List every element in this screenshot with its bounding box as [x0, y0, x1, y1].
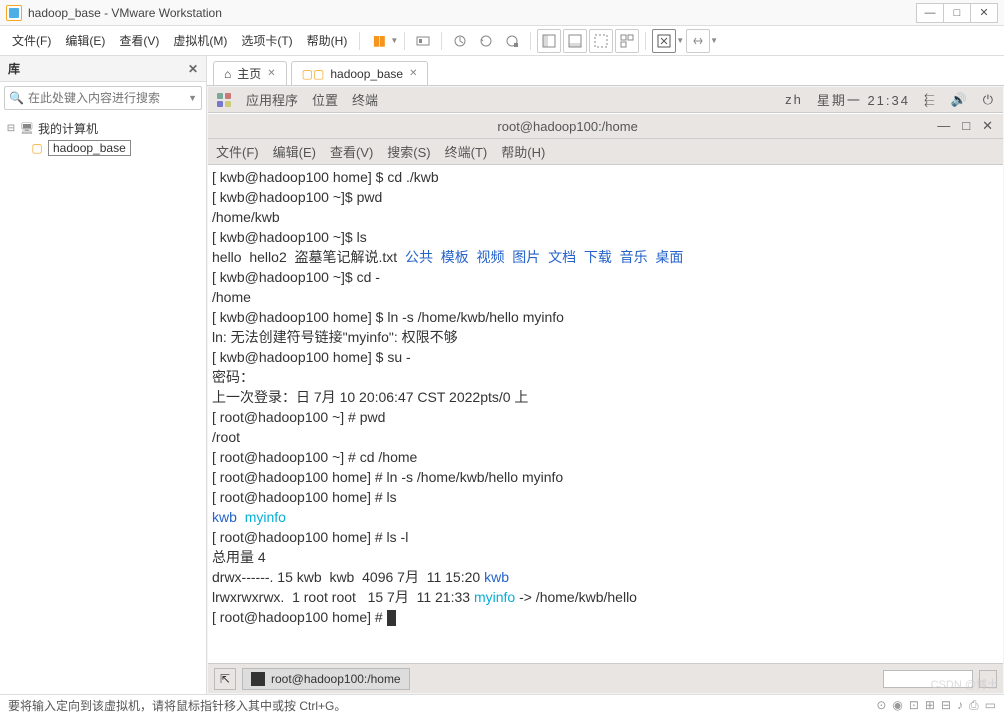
- usb-icon[interactable]: ⊟: [941, 698, 951, 713]
- search-input[interactable]: [28, 91, 188, 105]
- taskbar-terminal-item[interactable]: root@hadoop100:/home: [242, 668, 410, 690]
- tab-vm-label: hadoop_base: [330, 67, 403, 81]
- close-button[interactable]: ✕: [970, 3, 998, 23]
- snapshot-manager-button[interactable]: [500, 29, 524, 53]
- vm-screen[interactable]: 应用程序 位置 终端 zh 星期一 21:34 ⬱ 🔊 ⏻ root@hadoo…: [208, 87, 1003, 693]
- fullscreen-dropdown-icon[interactable]: ▼: [676, 36, 684, 45]
- window-titlebar: hadoop_base - VMware Workstation — □ ✕: [0, 0, 1004, 26]
- menu-help[interactable]: 帮助(H): [301, 30, 354, 51]
- send-ctrl-alt-del-button[interactable]: [411, 29, 435, 53]
- fullscreen-button[interactable]: [652, 29, 676, 53]
- volume-icon[interactable]: 🔊: [951, 92, 969, 108]
- gnome-apps[interactable]: 应用程序: [246, 90, 298, 109]
- terminal-output[interactable]: [ kwb@hadoop100 home] $ cd ./kwb[ kwb@ha…: [208, 165, 1003, 663]
- menu-file[interactable]: 文件(F): [6, 30, 57, 51]
- terminal-title: root@hadoop100:/home: [208, 119, 927, 134]
- taskbar-expand-button[interactable]: ⇱: [214, 668, 236, 690]
- gnome-taskbar: ⇱ root@hadoop100:/home: [208, 663, 1003, 693]
- tree-vm-label: hadoop_base: [48, 140, 131, 156]
- vm-icon: [30, 141, 44, 155]
- workspace-switcher[interactable]: [883, 670, 973, 688]
- terminal-close-button[interactable]: ✕: [982, 118, 993, 134]
- sidebar-close-button[interactable]: ✕: [188, 62, 198, 76]
- tree-root-label: 我的计算机: [38, 120, 98, 137]
- search-icon: 🔍: [9, 91, 24, 105]
- collapse-icon[interactable]: ⊟: [6, 123, 16, 134]
- network-icon[interactable]: ⬱: [924, 92, 937, 108]
- view-thumbnail-button[interactable]: [615, 29, 639, 53]
- minimize-button[interactable]: —: [916, 3, 944, 23]
- term-menu-file[interactable]: 文件(F): [216, 142, 259, 161]
- menu-edit[interactable]: 编辑(E): [59, 30, 111, 51]
- snapshot-button[interactable]: [448, 29, 472, 53]
- term-menu-terminal[interactable]: 终端(T): [445, 142, 488, 161]
- tree-vm-hadoop-base[interactable]: hadoop_base: [0, 138, 206, 158]
- taskbar-terminal-label: root@hadoop100:/home: [271, 672, 401, 686]
- display-icon[interactable]: ▭: [985, 698, 996, 713]
- tab-home[interactable]: ⌂ 主页 ✕: [213, 61, 287, 85]
- workspace-icon[interactable]: [979, 670, 997, 688]
- term-menu-edit[interactable]: 编辑(E): [273, 142, 316, 161]
- gnome-top-bar: 应用程序 位置 终端 zh 星期一 21:34 ⬱ 🔊 ⏻: [208, 87, 1003, 113]
- sidebar-search[interactable]: 🔍 ▼: [4, 86, 202, 110]
- tab-hadoop-base[interactable]: ▢ hadoop_base ✕: [291, 61, 429, 85]
- terminal-menubar: 文件(F) 编辑(E) 查看(V) 搜索(S) 终端(T) 帮助(H): [208, 139, 1003, 165]
- terminal-icon: [251, 672, 265, 686]
- printer-icon[interactable]: ⎙: [969, 698, 979, 713]
- sidebar-title: 库: [8, 60, 188, 77]
- view-single-button[interactable]: [537, 29, 561, 53]
- menubar: 文件(F) 编辑(E) 查看(V) 虚拟机(M) 选项卡(T) 帮助(H) ▮▮…: [0, 26, 1004, 56]
- sound-icon[interactable]: ♪: [957, 698, 963, 713]
- stretch-button[interactable]: [686, 29, 710, 53]
- gnome-activities-icon[interactable]: [216, 92, 232, 108]
- tab-home-close[interactable]: ✕: [267, 68, 275, 79]
- pause-button[interactable]: ▮▮: [366, 29, 390, 53]
- statusbar: 要将输入定向到该虚拟机，请将鼠标指针移入其中或按 Ctrl+G。 ⊙ ◉ ⊡ ⊞…: [0, 694, 1004, 716]
- tabbar: ⌂ 主页 ✕ ▢ hadoop_base ✕: [207, 56, 1004, 86]
- power-icon[interactable]: ⏻: [983, 92, 995, 108]
- maximize-button[interactable]: □: [943, 3, 971, 23]
- disk-icon[interactable]: ⊙: [876, 698, 886, 713]
- view-console-button[interactable]: [563, 29, 587, 53]
- vm-icon: ▢: [302, 67, 325, 81]
- gnome-places[interactable]: 位置: [312, 90, 338, 109]
- content-area: ⌂ 主页 ✕ ▢ hadoop_base ✕ 应用程序 位置 终端 zh 星期一…: [207, 56, 1004, 694]
- library-tree: ⊟ 🖥 我的计算机 hadoop_base: [0, 114, 206, 694]
- revert-snapshot-button[interactable]: [474, 29, 498, 53]
- view-unity-button[interactable]: [589, 29, 613, 53]
- stretch-dropdown-icon[interactable]: ▼: [710, 36, 718, 45]
- pause-dropdown-icon[interactable]: ▼: [390, 36, 398, 45]
- terminal-maximize-button[interactable]: □: [962, 118, 970, 134]
- library-sidebar: 库 ✕ 🔍 ▼ ⊟ 🖥 我的计算机 hadoop_base: [0, 56, 207, 694]
- gnome-terminal[interactable]: 终端: [352, 90, 378, 109]
- status-device-icons: ⊙ ◉ ⊡ ⊞ ⊟ ♪ ⎙ ▭: [876, 698, 996, 713]
- network-adapter-icon[interactable]: ⊞: [925, 698, 935, 713]
- term-menu-search[interactable]: 搜索(S): [387, 142, 430, 161]
- term-menu-view[interactable]: 查看(V): [330, 142, 373, 161]
- gnome-lang[interactable]: zh: [785, 92, 803, 107]
- home-icon: ⌂: [224, 67, 231, 81]
- term-menu-help[interactable]: 帮助(H): [501, 142, 545, 161]
- floppy-icon[interactable]: ⊡: [909, 698, 919, 713]
- status-text: 要将输入定向到该虚拟机，请将鼠标指针移入其中或按 Ctrl+G。: [8, 697, 346, 714]
- monitor-icon: 🖥: [20, 121, 34, 135]
- cd-icon[interactable]: ◉: [892, 698, 902, 713]
- tree-root-my-computer[interactable]: ⊟ 🖥 我的计算机: [0, 118, 206, 138]
- menu-tabs[interactable]: 选项卡(T): [235, 30, 298, 51]
- window-title: hadoop_base - VMware Workstation: [28, 6, 917, 20]
- menu-vm[interactable]: 虚拟机(M): [167, 30, 233, 51]
- search-dropdown-icon[interactable]: ▼: [188, 93, 197, 103]
- gnome-clock: 星期一 21:34: [817, 90, 910, 109]
- tab-home-label: 主页: [237, 65, 261, 82]
- vmware-logo-icon: [6, 5, 22, 21]
- tab-vm-close[interactable]: ✕: [409, 68, 417, 79]
- terminal-minimize-button[interactable]: —: [937, 118, 950, 134]
- terminal-titlebar: root@hadoop100:/home — □ ✕: [208, 113, 1003, 139]
- menu-view[interactable]: 查看(V): [113, 30, 165, 51]
